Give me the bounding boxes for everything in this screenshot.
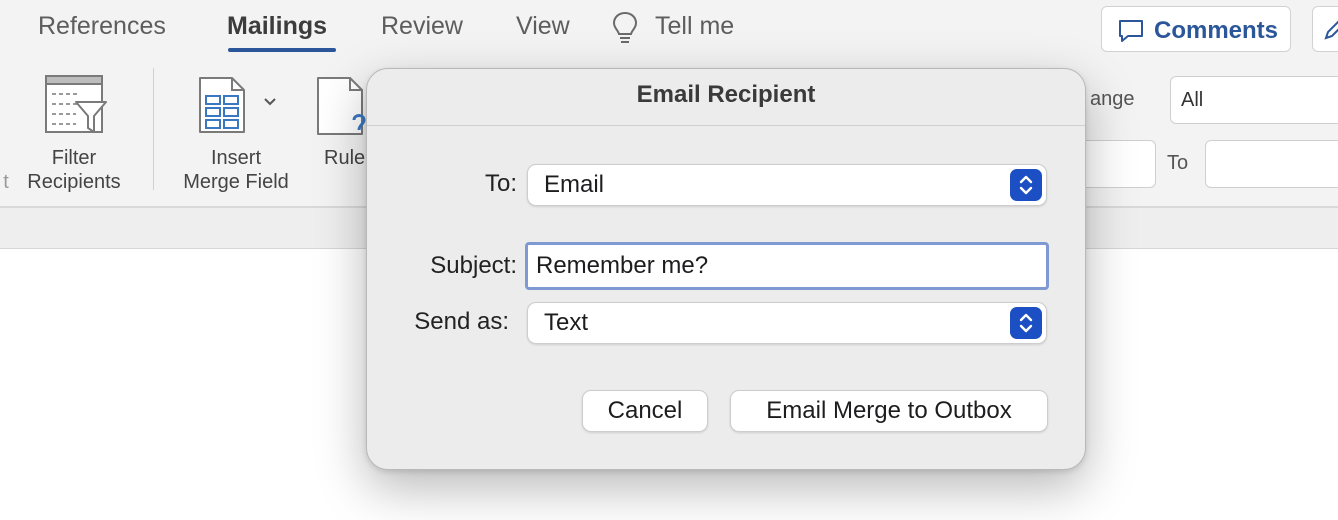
- range-label: ange: [1090, 88, 1135, 110]
- send-as-popup-stepper: [1010, 307, 1042, 339]
- tab-references[interactable]: References: [38, 12, 166, 41]
- range-select-value: All: [1181, 89, 1204, 111]
- send-as-popup[interactable]: Text: [527, 302, 1047, 344]
- insert-merge-field-icon: [199, 77, 245, 133]
- comments-button[interactable]: Comments: [1101, 6, 1291, 52]
- tell-me-search[interactable]: Tell me: [655, 12, 734, 41]
- active-tab-indicator: [228, 48, 336, 52]
- cancel-button[interactable]: Cancel: [582, 390, 708, 432]
- up-down-chevron-icon: [1019, 175, 1033, 195]
- editing-button[interactable]: [1312, 6, 1338, 52]
- filter-label-line2: Recipients: [27, 171, 121, 193]
- subject-input[interactable]: [525, 242, 1049, 290]
- to-popup[interactable]: Email: [527, 164, 1047, 206]
- lightbulb-icon: [612, 11, 638, 43]
- to-popup-value: Email: [544, 171, 605, 198]
- chevron-down-icon[interactable]: [263, 96, 277, 108]
- send-as-popup-value: Text: [544, 309, 589, 336]
- range-to-label: To: [1167, 152, 1189, 174]
- dialog-title-separator: [367, 125, 1085, 126]
- rules-icon: [317, 77, 366, 135]
- email-merge-to-outbox-button[interactable]: Email Merge to Outbox: [730, 390, 1048, 432]
- filter-label-line1: Filter: [51, 147, 97, 169]
- email-recipient-dialog: Email Recipient To: Email Subject: Send …: [366, 68, 1086, 470]
- comment-icon: [1119, 20, 1143, 42]
- tab-mailings[interactable]: Mailings: [227, 12, 327, 41]
- up-down-chevron-icon: [1019, 313, 1033, 333]
- ribbon-tab-bar: References Mailings Review View Tell me …: [0, 0, 1338, 62]
- dialog-title: Email Recipient: [636, 81, 816, 108]
- to-popup-stepper: [1010, 169, 1042, 201]
- send-as-label: Send as:: [414, 308, 509, 335]
- tab-review[interactable]: Review: [381, 12, 463, 41]
- range-to-input[interactable]: [1205, 140, 1338, 188]
- pencil-icon: [1324, 20, 1338, 40]
- comments-label: Comments: [1154, 17, 1279, 44]
- insert-label-line1: Insert: [210, 147, 262, 169]
- rules-button[interactable]: Rule: [324, 146, 365, 170]
- filter-recipients-button[interactable]: Filter Recipients: [10, 146, 138, 194]
- range-select[interactable]: All: [1170, 76, 1338, 124]
- to-label: To:: [484, 170, 517, 197]
- insert-merge-field-button[interactable]: Insert Merge Field: [170, 146, 302, 194]
- ribbon-divider: [153, 68, 154, 190]
- insert-label-line2: Merge Field: [183, 171, 289, 193]
- filter-recipients-icon: [45, 75, 107, 133]
- tab-view[interactable]: View: [516, 12, 570, 41]
- subject-label: Subject:: [430, 252, 517, 279]
